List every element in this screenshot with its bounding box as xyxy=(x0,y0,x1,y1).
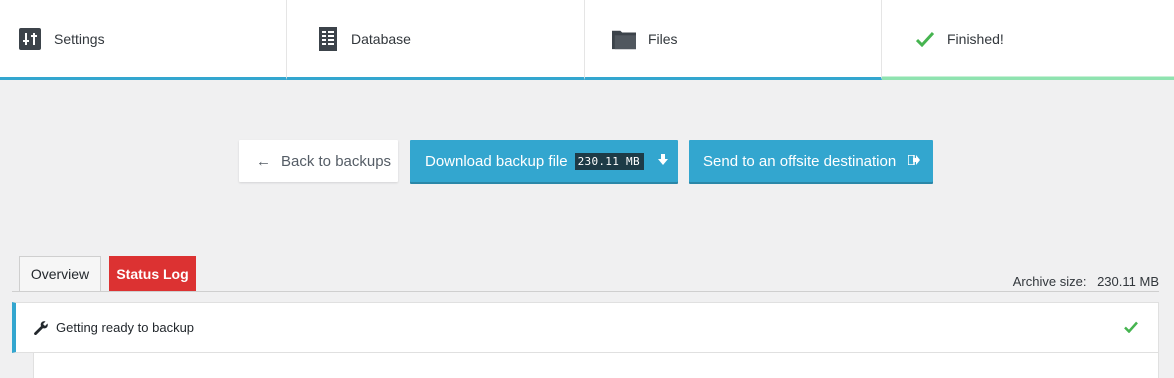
download-backup-button[interactable]: Download backup file 230.11 MB xyxy=(410,140,678,182)
backup-size-badge: 230.11 MB xyxy=(574,152,644,170)
step-finished: Finished! xyxy=(882,0,1174,80)
step-finished-label: Finished! xyxy=(947,30,1004,47)
step-files: Files xyxy=(585,0,882,80)
archive-size: Archive size: 230.11 MB xyxy=(1013,274,1159,289)
arrow-left-icon: ← xyxy=(256,152,271,170)
backup-steps: Settings Database Files Finished! xyxy=(0,0,1174,80)
tab-status-log[interactable]: Status Log xyxy=(109,256,196,291)
step-database-label: Database xyxy=(351,30,411,47)
send-offsite-label: Send to an offsite destination xyxy=(703,152,897,170)
export-icon xyxy=(907,154,921,168)
folder-icon xyxy=(612,27,636,51)
back-to-backups-label: Back to backups xyxy=(281,152,392,170)
tabs-divider xyxy=(12,291,1159,292)
download-icon xyxy=(657,153,668,169)
step-settings-label: Settings xyxy=(54,30,105,47)
check-icon xyxy=(1124,320,1138,338)
send-offsite-button[interactable]: Send to an offsite destination xyxy=(689,140,933,182)
check-icon xyxy=(913,27,937,51)
download-backup-label: Download backup file xyxy=(425,152,568,170)
tab-overview[interactable]: Overview xyxy=(19,256,101,291)
step-settings: Settings xyxy=(0,0,287,80)
log-item-text: Getting ready to backup xyxy=(56,320,195,335)
archive-size-label: Archive size: xyxy=(1012,274,1087,289)
log-item-details xyxy=(33,353,1159,378)
wrench-icon xyxy=(33,320,49,336)
step-database: Database xyxy=(287,0,585,80)
settings-icon xyxy=(18,27,42,51)
back-to-backups-button[interactable]: ← Back to backups xyxy=(239,140,398,182)
backup-actions: ← Back to backups Download backup file 2… xyxy=(0,140,1174,182)
archive-size-value: 230.11 MB xyxy=(1097,274,1159,289)
step-files-label: Files xyxy=(648,30,678,47)
log-item[interactable]: Getting ready to backup xyxy=(12,302,1159,353)
database-icon xyxy=(316,26,340,51)
